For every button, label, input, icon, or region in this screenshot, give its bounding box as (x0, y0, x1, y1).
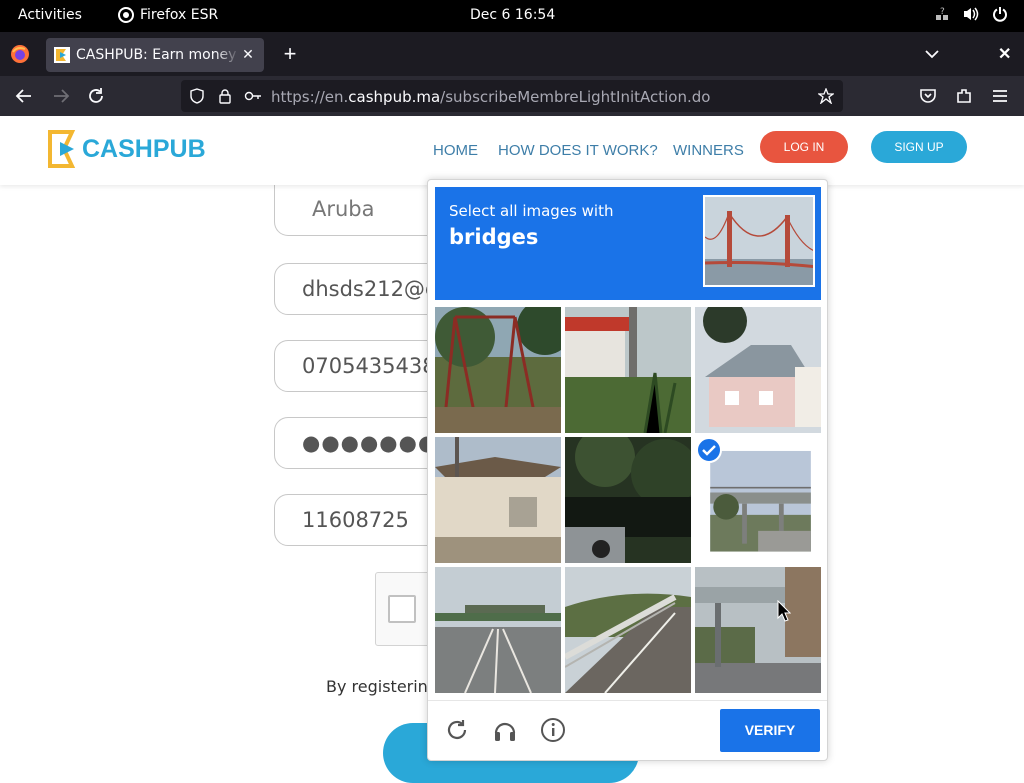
captcha-tile-4[interactable] (435, 437, 561, 563)
url-path: /subscribeMembreLightInitAction.do (440, 88, 711, 106)
logo-text: CASHPUB (82, 134, 206, 163)
tab-close-icon[interactable]: ✕ (240, 47, 256, 63)
tracking-protection-icon[interactable] (189, 88, 205, 104)
svg-text:?: ? (940, 7, 945, 17)
refresh-icon[interactable] (444, 717, 470, 743)
url-bar[interactable]: https://en.cashpub.ma/subscribeMembreLig… (181, 80, 843, 112)
footer-divider (428, 700, 827, 701)
captcha-tile-7[interactable] (435, 567, 561, 693)
url-scheme: https://en. (271, 88, 349, 106)
captcha-tile-5[interactable] (565, 437, 691, 563)
lock-icon[interactable] (217, 88, 233, 104)
pocket-icon[interactable] (918, 86, 938, 106)
audio-icon[interactable] (492, 717, 518, 743)
app-menu[interactable]: Firefox ESR (118, 7, 218, 23)
url-host: cashpub.ma (348, 88, 441, 106)
info-icon[interactable] (540, 717, 566, 743)
terms-text: By registerin (326, 677, 428, 696)
permissions-key-icon[interactable] (244, 88, 262, 104)
signup-button[interactable]: SIGN UP (871, 131, 967, 163)
navigation-bar: https://en.cashpub.ma/subscribeMembreLig… (0, 76, 1024, 116)
activities-button[interactable]: Activities (18, 7, 82, 23)
forward-icon[interactable] (51, 86, 71, 106)
cashpub-logo-mark-icon (48, 130, 76, 168)
verify-button[interactable]: VERIFY (720, 709, 820, 752)
network-icon: ? (936, 7, 948, 20)
nav-winners[interactable]: WINNERS (673, 142, 744, 159)
app-name: Firefox ESR (140, 7, 219, 23)
captcha-tile-8[interactable] (565, 567, 691, 693)
captcha-prompt: Select all images with bridges (435, 187, 821, 300)
back-icon[interactable] (14, 86, 34, 106)
tab-strip: CASHPUB: Earn money o ✕ + ✕ (0, 32, 1024, 76)
firefox-view-icon[interactable] (10, 44, 30, 64)
bookmark-star-icon[interactable] (818, 88, 834, 104)
captcha-tile-2[interactable] (565, 307, 691, 433)
login-button[interactable]: LOG IN (760, 131, 848, 163)
extensions-icon[interactable] (954, 86, 974, 106)
nav-how-it-works[interactable]: HOW DOES IT WORK? (498, 142, 658, 159)
volume-icon (964, 7, 979, 21)
prompt-target: bridges (449, 225, 539, 249)
new-tab-icon[interactable]: + (280, 43, 300, 65)
site-header: CASHPUB HOME HOW DOES IT WORK? WINNERS L… (0, 116, 1024, 185)
firefox-esr-icon (118, 7, 134, 23)
cashpub-logo[interactable]: CASHPUB (48, 130, 206, 168)
app-menu-icon[interactable] (990, 86, 1010, 106)
captcha-tile-1[interactable] (435, 307, 561, 433)
system-tray[interactable]: ? (934, 6, 1008, 22)
power-icon (993, 7, 1007, 22)
prompt-instruction: Select all images with (449, 202, 614, 220)
nav-home[interactable]: HOME (433, 142, 478, 159)
system-top-bar: Activities Firefox ESR Dec 6 16:54 ? (0, 0, 1024, 32)
url-text: https://en.cashpub.ma/subscribeMembreLig… (271, 88, 710, 106)
captcha-challenge: Select all images with bridges VERIFY (427, 179, 828, 761)
tab-title: CASHPUB: Earn money o (76, 47, 240, 63)
selected-check-icon (696, 437, 722, 463)
tab-cashpub[interactable]: CASHPUB: Earn money o ✕ (46, 38, 264, 72)
cashpub-favicon-icon (54, 47, 70, 63)
clock[interactable]: Dec 6 16:54 (470, 7, 555, 23)
reload-icon[interactable] (86, 86, 106, 106)
list-all-tabs-icon[interactable] (922, 46, 942, 62)
captcha-tile-9[interactable] (695, 567, 821, 693)
mouse-cursor-icon (777, 600, 791, 622)
window-close-icon[interactable]: ✕ (998, 44, 1014, 64)
prompt-sample-image (703, 195, 815, 287)
hcaptcha-checkbox[interactable] (388, 595, 416, 623)
captcha-tile-3[interactable] (695, 307, 821, 433)
